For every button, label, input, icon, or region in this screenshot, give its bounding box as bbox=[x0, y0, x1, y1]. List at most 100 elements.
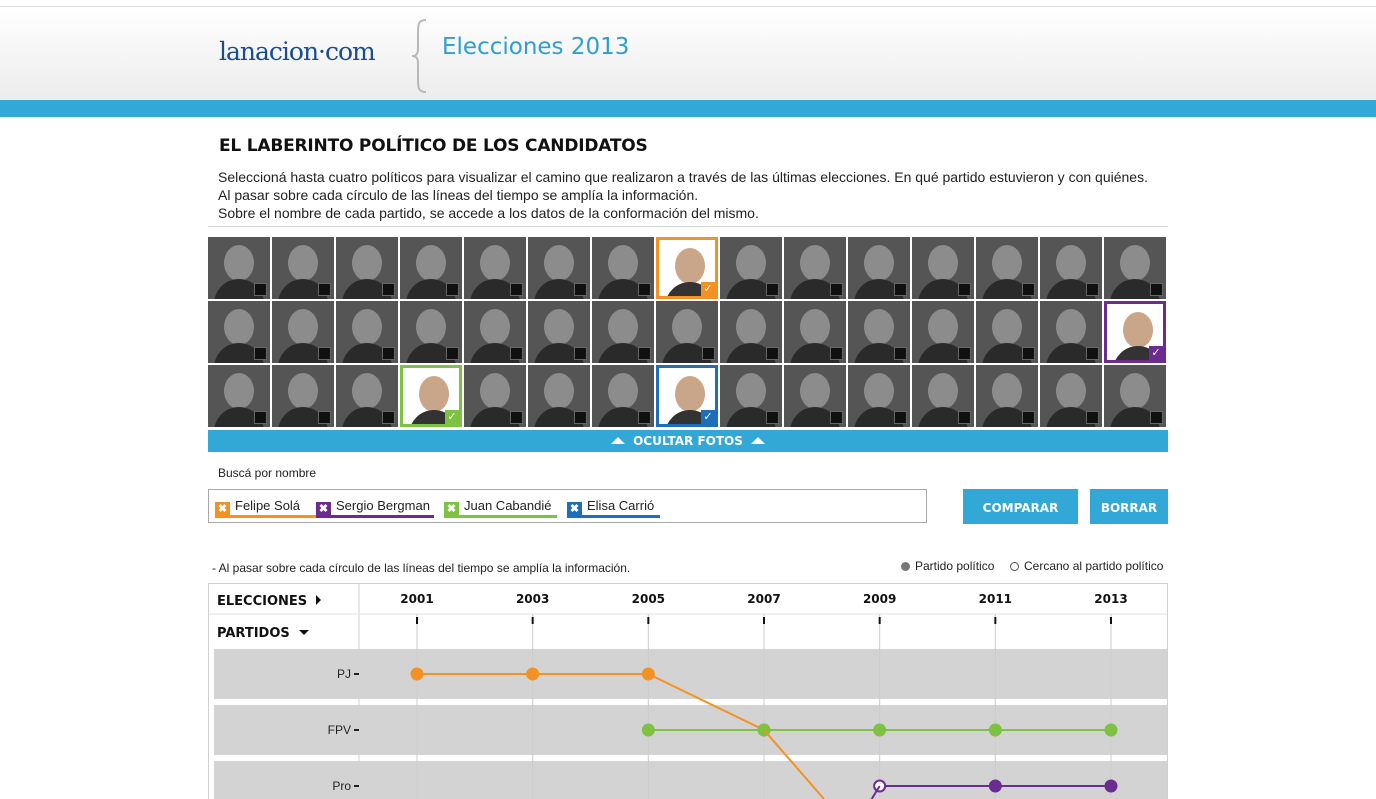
candidate-photo[interactable] bbox=[720, 301, 782, 363]
candidate-photo[interactable] bbox=[400, 301, 462, 363]
series-point[interactable] bbox=[641, 723, 655, 737]
candidate-photo[interactable] bbox=[912, 237, 974, 299]
series-point[interactable] bbox=[988, 779, 1002, 793]
checkbox-icon[interactable] bbox=[1086, 283, 1099, 296]
checkbox-icon[interactable] bbox=[1150, 411, 1163, 424]
candidate-photo[interactable] bbox=[464, 301, 526, 363]
candidate-photo[interactable] bbox=[208, 237, 270, 299]
checkbox-icon[interactable] bbox=[1022, 411, 1035, 424]
series-point[interactable] bbox=[873, 723, 887, 737]
checkbox-icon[interactable] bbox=[446, 283, 459, 296]
checkbox-icon[interactable] bbox=[318, 283, 331, 296]
series-point[interactable] bbox=[410, 667, 424, 681]
candidate-photo[interactable] bbox=[784, 301, 846, 363]
candidate-photo[interactable]: ✓ bbox=[656, 365, 718, 427]
candidate-photo[interactable] bbox=[528, 301, 590, 363]
candidate-tag[interactable]: ✖ Elisa Carrió bbox=[567, 498, 660, 518]
candidate-photo[interactable] bbox=[720, 365, 782, 427]
candidate-photo[interactable] bbox=[1040, 237, 1102, 299]
checkbox-icon[interactable] bbox=[766, 411, 779, 424]
checkbox-icon[interactable] bbox=[1086, 347, 1099, 360]
candidate-photo[interactable] bbox=[272, 237, 334, 299]
checkbox-icon[interactable] bbox=[510, 283, 523, 296]
candidate-tag[interactable]: ✖ Juan Cabandié bbox=[444, 498, 557, 518]
series-point[interactable] bbox=[1104, 723, 1118, 737]
checkbox-icon[interactable] bbox=[638, 411, 651, 424]
candidate-tag[interactable]: ✖ Sergio Bergman bbox=[316, 498, 434, 518]
candidate-photo[interactable] bbox=[912, 301, 974, 363]
checkbox-icon[interactable] bbox=[254, 283, 267, 296]
checkbox-icon[interactable] bbox=[1086, 411, 1099, 424]
series-point[interactable] bbox=[1104, 779, 1118, 793]
checkbox-icon[interactable] bbox=[510, 347, 523, 360]
series-point[interactable] bbox=[526, 667, 540, 681]
candidate-photo[interactable] bbox=[976, 301, 1038, 363]
candidate-photo[interactable] bbox=[720, 237, 782, 299]
candidate-photo[interactable] bbox=[1040, 365, 1102, 427]
candidate-photo[interactable] bbox=[528, 237, 590, 299]
section-title[interactable]: Elecciones 2013 bbox=[442, 34, 629, 60]
candidate-photo[interactable] bbox=[656, 301, 718, 363]
hide-photos-toggle[interactable]: OCULTAR FOTOS bbox=[208, 430, 1168, 452]
candidate-photo[interactable] bbox=[1104, 365, 1166, 427]
candidate-photo[interactable] bbox=[400, 237, 462, 299]
candidate-photo[interactable] bbox=[464, 365, 526, 427]
checkbox-icon[interactable] bbox=[254, 411, 267, 424]
site-logo[interactable]: lanacion·com bbox=[219, 37, 376, 66]
checkbox-icon[interactable] bbox=[510, 411, 523, 424]
candidate-photo[interactable] bbox=[848, 301, 910, 363]
checkbox-icon[interactable] bbox=[766, 283, 779, 296]
checkbox-icon[interactable] bbox=[574, 347, 587, 360]
candidate-photo[interactable] bbox=[848, 237, 910, 299]
check-icon[interactable]: ✓ bbox=[701, 410, 715, 424]
candidate-photo[interactable] bbox=[592, 237, 654, 299]
checkbox-icon[interactable] bbox=[830, 411, 843, 424]
compare-button[interactable]: COMPARAR bbox=[963, 489, 1078, 524]
checkbox-icon[interactable] bbox=[702, 347, 715, 360]
check-icon[interactable]: ✓ bbox=[701, 282, 715, 296]
clear-button[interactable]: BORRAR bbox=[1090, 489, 1168, 524]
candidate-photo[interactable] bbox=[1104, 237, 1166, 299]
candidate-photo[interactable] bbox=[272, 365, 334, 427]
checkbox-icon[interactable] bbox=[382, 347, 395, 360]
candidate-photo[interactable] bbox=[784, 365, 846, 427]
candidate-photo[interactable] bbox=[592, 301, 654, 363]
candidate-photo[interactable] bbox=[208, 301, 270, 363]
checkbox-icon[interactable] bbox=[254, 347, 267, 360]
checkbox-icon[interactable] bbox=[318, 347, 331, 360]
candidate-photo[interactable]: ✓ bbox=[400, 365, 462, 427]
candidate-photo[interactable]: ✓ bbox=[1104, 301, 1166, 363]
checkbox-icon[interactable] bbox=[446, 347, 459, 360]
candidate-photo[interactable] bbox=[592, 365, 654, 427]
checkbox-icon[interactable] bbox=[574, 411, 587, 424]
checkbox-icon[interactable] bbox=[894, 283, 907, 296]
checkbox-icon[interactable] bbox=[318, 411, 331, 424]
checkbox-icon[interactable] bbox=[894, 411, 907, 424]
search-input[interactable]: ✖ Felipe Solá ✖ Sergio Bergman ✖ Juan Caban… bbox=[208, 489, 927, 523]
candidate-photo[interactable]: ✓ bbox=[656, 237, 718, 299]
candidate-photo[interactable] bbox=[208, 365, 270, 427]
series-point[interactable] bbox=[641, 667, 655, 681]
series-point[interactable] bbox=[988, 723, 1002, 737]
checkbox-icon[interactable] bbox=[830, 283, 843, 296]
checkbox-icon[interactable] bbox=[638, 347, 651, 360]
candidate-photo[interactable] bbox=[528, 365, 590, 427]
candidate-photo[interactable] bbox=[976, 237, 1038, 299]
candidate-photo[interactable] bbox=[272, 301, 334, 363]
checkbox-icon[interactable] bbox=[958, 283, 971, 296]
candidate-photo[interactable] bbox=[336, 365, 398, 427]
checkbox-icon[interactable] bbox=[958, 347, 971, 360]
candidate-photo[interactable] bbox=[336, 237, 398, 299]
checkbox-icon[interactable] bbox=[1022, 283, 1035, 296]
candidate-photo[interactable] bbox=[1040, 301, 1102, 363]
checkbox-icon[interactable] bbox=[382, 411, 395, 424]
checkbox-icon[interactable] bbox=[1022, 347, 1035, 360]
candidate-photo[interactable] bbox=[848, 365, 910, 427]
checkbox-icon[interactable] bbox=[382, 283, 395, 296]
checkbox-icon[interactable] bbox=[894, 347, 907, 360]
candidate-photo[interactable] bbox=[912, 365, 974, 427]
checkbox-icon[interactable] bbox=[766, 347, 779, 360]
checkbox-icon[interactable] bbox=[958, 411, 971, 424]
checkbox-icon[interactable] bbox=[1150, 283, 1163, 296]
check-icon[interactable]: ✓ bbox=[1149, 346, 1163, 360]
